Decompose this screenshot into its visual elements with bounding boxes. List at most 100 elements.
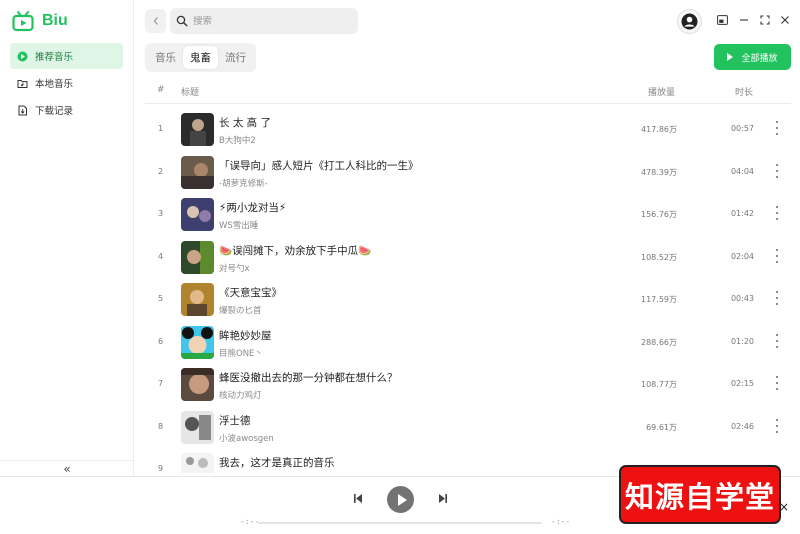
- app-name: Biu: [42, 12, 68, 29]
- table-row[interactable]: 5 《天意宝宝》 爆裂の匕首 117.59万 00:43: [145, 274, 791, 317]
- maximize-button[interactable]: [758, 13, 772, 27]
- sidebar-item-local-music[interactable]: 本地音乐: [10, 70, 123, 96]
- song-title: 蜂医没撤出去的那一分钟都在想什么？: [219, 372, 398, 384]
- sidebar-nav: 推荐音乐 本地音乐 下载记录: [10, 43, 123, 124]
- back-button[interactable]: [145, 9, 166, 33]
- recommend-icon: [17, 51, 28, 62]
- tab-guichu[interactable]: 鬼畜: [183, 46, 218, 69]
- song-duration: 02:15: [730, 379, 754, 388]
- close-icon: [781, 16, 789, 24]
- more-options-icon[interactable]: [774, 121, 780, 135]
- play-count: 288.66万: [641, 337, 677, 347]
- song-title: 「误导向」感人短片《打工人科比的一生》: [219, 159, 419, 172]
- cover-thumbnail: [181, 240, 214, 274]
- table-row[interactable]: 4 🍉误闯摊下，劝余放下手中瓜🍉 对号勺x 108.52万 02:04: [145, 232, 791, 275]
- folder-music-icon: [17, 78, 28, 89]
- song-author: -胡萝克修斯-: [219, 178, 268, 189]
- tab-pop[interactable]: 流行: [218, 46, 253, 69]
- user-icon: [681, 13, 698, 30]
- row-index: 5: [158, 294, 164, 303]
- play-count: 108.77万: [641, 380, 677, 389]
- row-index: 8: [158, 421, 164, 431]
- cover-thumbnail: [181, 155, 214, 189]
- table-row[interactable]: 6 眸艳妙妙屋 目熊ONE丶 288.66万 01:20: [145, 317, 791, 360]
- sidebar-item-label: 本地音乐: [35, 79, 74, 90]
- song-duration: 04:04: [730, 166, 754, 176]
- tab-music[interactable]: 音乐: [148, 46, 183, 69]
- play-button[interactable]: [387, 486, 414, 513]
- picture-in-picture-icon: [716, 15, 728, 25]
- play-count: 69.61万: [646, 422, 677, 432]
- collapse-sidebar-button[interactable]: «: [0, 460, 134, 476]
- sidebar-item-label: 推荐音乐: [35, 52, 74, 63]
- cover-thumbnail: [181, 198, 214, 231]
- more-options-icon[interactable]: [774, 291, 780, 305]
- collapse-icon: «: [63, 461, 71, 476]
- table-row[interactable]: 7 蜂医没撤出去的那一分钟都在想什么？ 核动力鸡灯 108.77万 02:15: [145, 359, 791, 402]
- progress-bar[interactable]: [258, 522, 542, 524]
- cover-thumbnail: [181, 410, 214, 444]
- play-count: 108.52万: [641, 252, 677, 262]
- song-author: 小波awosgen: [219, 433, 274, 444]
- next-button[interactable]: [438, 493, 448, 507]
- more-options-icon[interactable]: [774, 206, 780, 220]
- table-row[interactable]: 3 ⚡两小龙对当⚡ WS雪出睡 156.76万 01:42: [145, 189, 791, 232]
- more-options-icon[interactable]: [774, 163, 780, 178]
- watermark-text: 知源自学堂: [624, 479, 775, 514]
- minimize-icon: [740, 19, 748, 21]
- song-duration: 02:04: [730, 251, 754, 261]
- play-all-button[interactable]: 全部播放: [714, 44, 791, 70]
- play-icon: [727, 53, 734, 61]
- column-index: #: [157, 85, 165, 95]
- search-box: [170, 8, 358, 34]
- more-options-icon[interactable]: [774, 376, 780, 390]
- cover-thumbnail: [181, 325, 214, 359]
- song-title: 🍉误闯摊下，劝余放下手中瓜🍉: [219, 244, 372, 257]
- song-duration: 02:46: [730, 421, 754, 431]
- close-button[interactable]: [778, 13, 792, 27]
- column-duration: 时长: [735, 88, 754, 98]
- song-author: WS雪出睡: [219, 221, 259, 231]
- more-options-icon[interactable]: [774, 333, 780, 348]
- search-input[interactable]: [193, 15, 353, 27]
- row-index: 3: [158, 209, 164, 218]
- song-duration: 00:43: [730, 294, 754, 303]
- row-index: 9: [158, 464, 164, 473]
- sidebar: Biu 推荐音乐 本地音乐 下载记录 «: [0, 0, 134, 476]
- sidebar-item-recommend[interactable]: 推荐音乐: [10, 43, 123, 69]
- more-options-icon[interactable]: [774, 248, 780, 263]
- song-title: 浮士德: [219, 414, 251, 427]
- play-count: 156.76万: [641, 210, 677, 219]
- song-list: 1 长 太 高 了 B大狗中2 417.86万 00:57 2 「误导向」感人短…: [145, 104, 791, 473]
- app-logo[interactable]: Biu: [12, 9, 68, 33]
- song-author: B大狗中2: [219, 136, 256, 146]
- minimize-button[interactable]: [737, 13, 751, 27]
- column-plays: 播放量: [648, 88, 676, 98]
- play-icon: [397, 493, 407, 506]
- watermark-banner: 知源自学堂: [619, 465, 781, 524]
- chevron-left-icon: [153, 17, 158, 25]
- more-options-icon[interactable]: [774, 418, 780, 433]
- table-row[interactable]: 2 「误导向」感人短片《打工人科比的一生》 -胡萝克修斯- 478.39万 04…: [145, 147, 791, 190]
- row-index: 2: [158, 166, 164, 176]
- sidebar-item-label: 下载记录: [35, 106, 74, 117]
- previous-button[interactable]: [353, 493, 363, 507]
- watermark-close-icon[interactable]: ×: [779, 500, 789, 514]
- download-icon: [17, 105, 28, 116]
- row-index: 1: [158, 124, 164, 133]
- pip-button[interactable]: [715, 13, 729, 27]
- row-index: 6: [158, 336, 164, 346]
- song-duration: 00:57: [730, 124, 754, 133]
- maximize-icon: [760, 15, 770, 25]
- play-count: 478.39万: [641, 167, 677, 177]
- table-row[interactable]: 8 浮士德 小波awosgen 69.61万 02:46: [145, 402, 791, 445]
- user-avatar[interactable]: [677, 9, 702, 34]
- sidebar-item-downloads[interactable]: 下载记录: [10, 97, 123, 123]
- column-title: 标题: [181, 88, 200, 98]
- play-all-label: 全部播放: [741, 53, 778, 64]
- song-author: 爆裂の匕首: [219, 306, 262, 316]
- song-title: 长 太 高 了: [219, 117, 272, 129]
- tv-logo-icon: [12, 11, 34, 32]
- table-row[interactable]: 1 长 太 高 了 B大狗中2 417.86万 00:57: [145, 104, 791, 147]
- song-title: 我去，这才是真正的音乐: [219, 457, 335, 469]
